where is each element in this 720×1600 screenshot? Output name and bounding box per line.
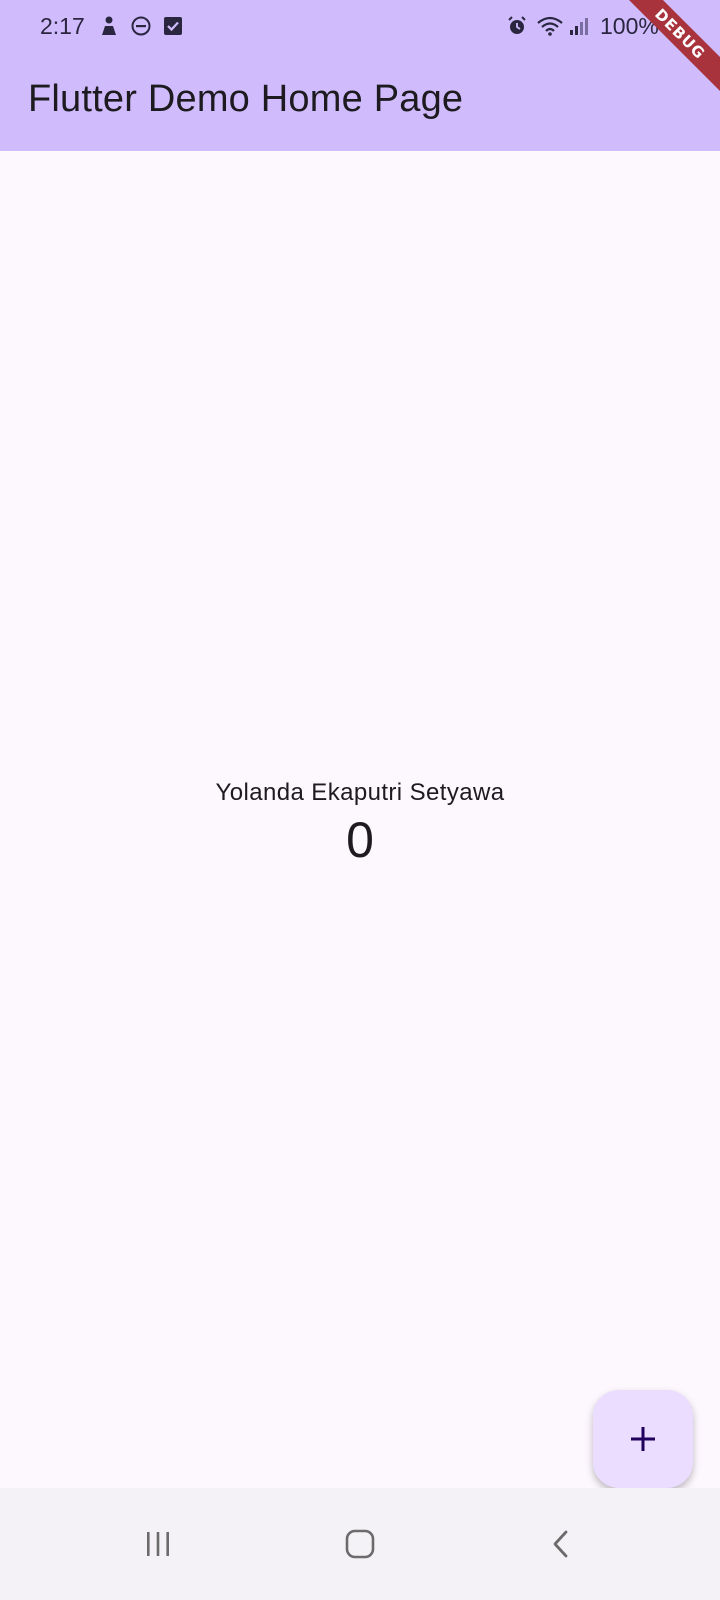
debug-banner-label: DEBUG bbox=[614, 0, 720, 100]
recent-apps-button[interactable] bbox=[123, 1512, 193, 1576]
person-notification-icon bbox=[98, 15, 120, 37]
name-text: Yolanda Ekaputri Setyawa bbox=[215, 779, 505, 806]
debug-banner: DEBUG bbox=[610, 0, 720, 110]
alarm-icon bbox=[506, 15, 528, 37]
app-screen: 2:17 100% Flutter Demo Home Page DEBUG Y… bbox=[0, 0, 720, 1600]
checkbox-notification-icon bbox=[162, 15, 184, 37]
center-column: Yolanda Ekaputri Setyawa 0 bbox=[0, 779, 720, 869]
back-button[interactable] bbox=[526, 1512, 596, 1576]
do-not-disturb-icon bbox=[130, 15, 152, 37]
status-time: 2:17 bbox=[40, 13, 85, 39]
back-icon bbox=[553, 1530, 568, 1558]
home-button[interactable] bbox=[325, 1512, 395, 1576]
main-content: Yolanda Ekaputri Setyawa 0 bbox=[0, 151, 720, 1487]
counter-value: 0 bbox=[346, 812, 374, 868]
increment-button[interactable] bbox=[593, 1390, 693, 1488]
page-title: Flutter Demo Home Page bbox=[28, 78, 464, 120]
recent-apps-icon bbox=[147, 1532, 169, 1556]
signal-icon bbox=[568, 15, 590, 37]
wifi-icon bbox=[536, 15, 564, 37]
home-icon bbox=[345, 1529, 375, 1559]
plus-icon bbox=[631, 1427, 655, 1451]
system-navigation-bar bbox=[0, 1488, 720, 1600]
